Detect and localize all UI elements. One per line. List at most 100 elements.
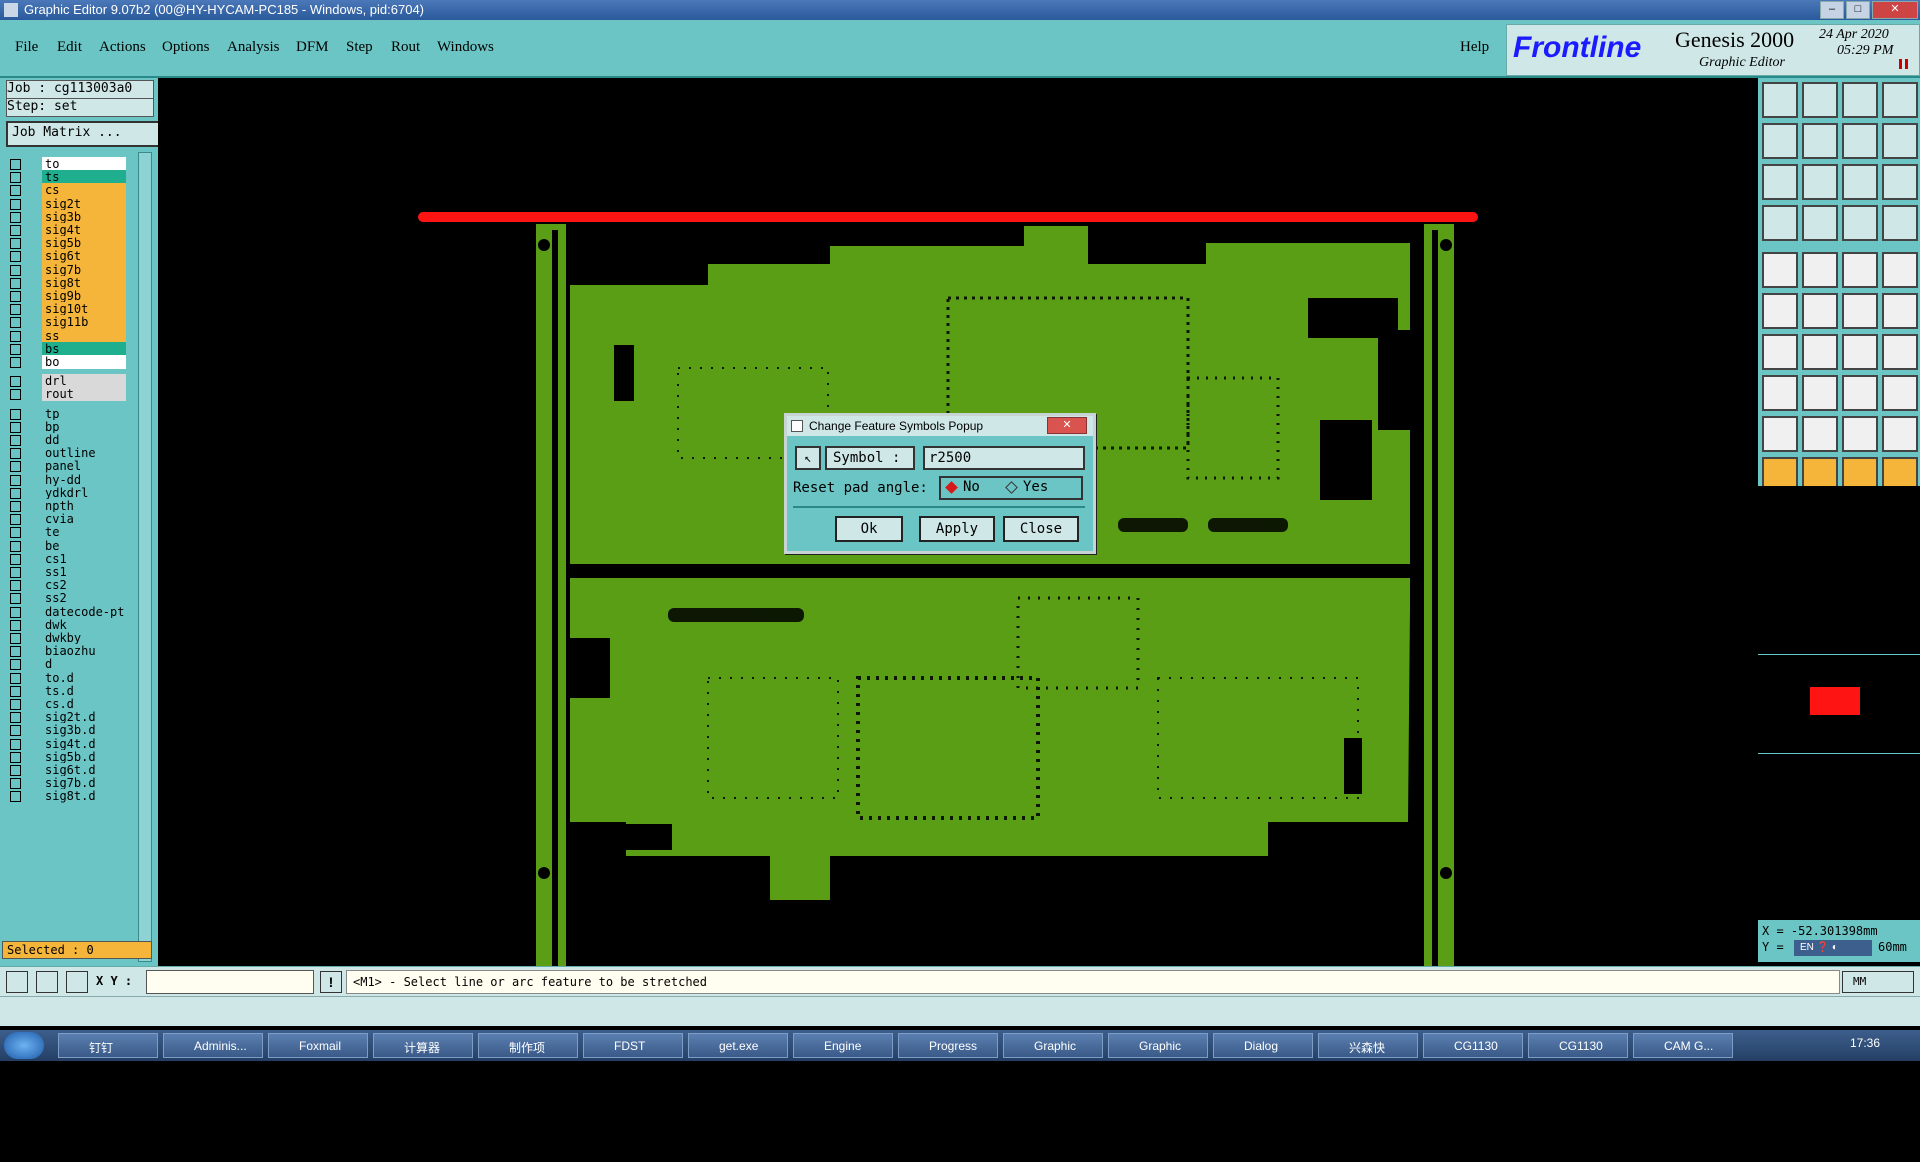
layer-checkbox[interactable] — [10, 487, 21, 499]
ok-button[interactable]: Ok — [835, 516, 903, 542]
radio-no-label[interactable]: No — [963, 479, 980, 495]
layer-checkbox[interactable] — [10, 527, 21, 539]
layer-checkbox[interactable] — [10, 448, 21, 460]
taskbar-item[interactable]: get.exe — [688, 1033, 788, 1058]
layer-row[interactable]: dd — [6, 433, 126, 447]
layer-checkbox[interactable] — [10, 725, 21, 737]
stretch-tool-icon[interactable] — [6, 971, 28, 993]
scale-icon[interactable] — [1842, 164, 1878, 200]
layer-row[interactable]: sig4t — [6, 223, 126, 237]
xy-input[interactable] — [146, 970, 314, 994]
radio-yes-icon[interactable] — [1005, 481, 1018, 494]
menu-step[interactable]: Step — [346, 39, 373, 56]
taskbar-item[interactable]: CG1130 — [1423, 1033, 1523, 1058]
taskbar-item[interactable]: Dialog — [1213, 1033, 1313, 1058]
layer-row[interactable]: sig8t.d — [6, 789, 126, 804]
layer-row[interactable]: d — [6, 657, 126, 672]
layer-row[interactable]: ss — [6, 328, 126, 343]
angle-tool-icon[interactable] — [36, 971, 58, 993]
menu-options[interactable]: Options — [162, 39, 210, 56]
alert-icon[interactable]: ! — [320, 971, 342, 993]
layer-row[interactable]: hy-dd — [6, 472, 126, 487]
window-icon[interactable] — [1882, 82, 1918, 118]
layer-checkbox[interactable] — [10, 330, 21, 342]
snap-icon[interactable] — [1762, 205, 1798, 241]
layer-row[interactable]: ts — [6, 170, 126, 185]
layer-checkbox[interactable] — [10, 435, 21, 446]
taskbar-item[interactable]: Graphic — [1003, 1033, 1103, 1058]
split-icon[interactable] — [1882, 334, 1918, 370]
layer-checkbox[interactable] — [10, 389, 21, 401]
menu-actions[interactable]: Actions — [99, 39, 146, 56]
layer-checkbox[interactable] — [10, 765, 21, 776]
taskbar-item[interactable]: Graphic — [1108, 1033, 1208, 1058]
layer-row[interactable]: sig7b.d — [6, 776, 126, 791]
group-icon[interactable] — [1882, 375, 1918, 411]
layer-row[interactable]: te — [6, 525, 126, 540]
menu-rout[interactable]: Rout — [391, 39, 420, 56]
layer-checkbox[interactable] — [10, 619, 21, 631]
maximize-button[interactable]: □ — [1846, 1, 1870, 19]
layer-checkbox[interactable] — [10, 593, 21, 605]
layer-checkbox[interactable] — [10, 198, 21, 210]
layer-row[interactable]: sig3b — [6, 209, 126, 224]
layer-list-scrollbar[interactable] — [138, 152, 152, 962]
layer-row[interactable]: rout — [6, 387, 126, 402]
zoom-left-icon[interactable] — [1762, 123, 1798, 159]
layer-checkbox[interactable] — [10, 778, 21, 790]
job-matrix-button[interactable]: Job Matrix ... — [6, 121, 160, 147]
layer-checkbox[interactable] — [10, 421, 21, 433]
layer-checkbox[interactable] — [10, 699, 21, 710]
menu-windows[interactable]: Windows — [437, 39, 494, 56]
menu-edit[interactable]: Edit — [57, 39, 82, 56]
layer-row[interactable]: sig5b.d — [6, 749, 126, 764]
layer-row[interactable]: bs — [6, 341, 126, 356]
layer-row[interactable]: sig6t — [6, 249, 126, 264]
layer-row[interactable]: cs1 — [6, 551, 126, 566]
layer-checkbox[interactable] — [10, 238, 21, 250]
layer-row[interactable]: sig6t.d — [6, 763, 126, 777]
layer-checkbox[interactable] — [10, 376, 21, 388]
menu-file[interactable]: File — [15, 39, 38, 56]
help-icon[interactable] — [1882, 164, 1918, 200]
minimize-button[interactable]: – — [1820, 1, 1844, 19]
taskbar-item[interactable]: Progress — [898, 1033, 998, 1058]
layer-row[interactable]: be — [6, 538, 126, 553]
layer-row[interactable]: to.d — [6, 670, 126, 685]
layer-row[interactable]: bp — [6, 419, 126, 434]
layer-row[interactable]: ydkdrl — [6, 485, 126, 500]
layer-row[interactable]: drl — [6, 374, 126, 389]
layer-checkbox[interactable] — [10, 264, 21, 276]
layer-checkbox[interactable] — [10, 738, 21, 750]
layer-row[interactable]: sig8t — [6, 275, 126, 290]
layer-checkbox[interactable] — [10, 211, 21, 223]
home-icon[interactable] — [1842, 82, 1878, 118]
layer-checkbox[interactable] — [10, 225, 21, 236]
rebuild-icon[interactable] — [1882, 205, 1918, 241]
layer-row[interactable]: sig5b — [6, 236, 126, 251]
layer-checkbox[interactable] — [10, 514, 21, 526]
layer-row[interactable]: cs2 — [6, 578, 126, 593]
apply-button[interactable]: Apply — [919, 516, 995, 542]
drill-icon[interactable] — [1882, 252, 1918, 288]
layer-row[interactable]: cvia — [6, 512, 126, 527]
minus-icon[interactable] — [1802, 375, 1838, 411]
layer-row[interactable]: tp — [6, 406, 126, 421]
taskbar-item[interactable]: Engine — [793, 1033, 893, 1058]
layer-checkbox[interactable] — [10, 501, 21, 512]
layer-checkbox[interactable] — [10, 461, 21, 473]
layer-row[interactable]: sig2t — [6, 196, 126, 211]
symbol-input[interactable] — [923, 446, 1085, 470]
layer-row[interactable]: to — [6, 157, 126, 171]
taskbar-item[interactable]: CG1130 — [1528, 1033, 1628, 1058]
center-icon[interactable] — [1802, 164, 1838, 200]
layer-row[interactable]: sig11b — [6, 315, 126, 330]
layer-checkbox[interactable] — [10, 712, 21, 724]
taskbar-item[interactable]: 制作项 — [478, 1033, 578, 1058]
save-icon[interactable] — [1802, 82, 1838, 118]
open-icon[interactable] — [1762, 82, 1798, 118]
layer-checkbox[interactable] — [10, 633, 21, 644]
menu-analysis[interactable]: Analysis — [227, 39, 280, 56]
layer-row[interactable]: npth — [6, 499, 126, 513]
layer-checkbox[interactable] — [10, 567, 21, 578]
